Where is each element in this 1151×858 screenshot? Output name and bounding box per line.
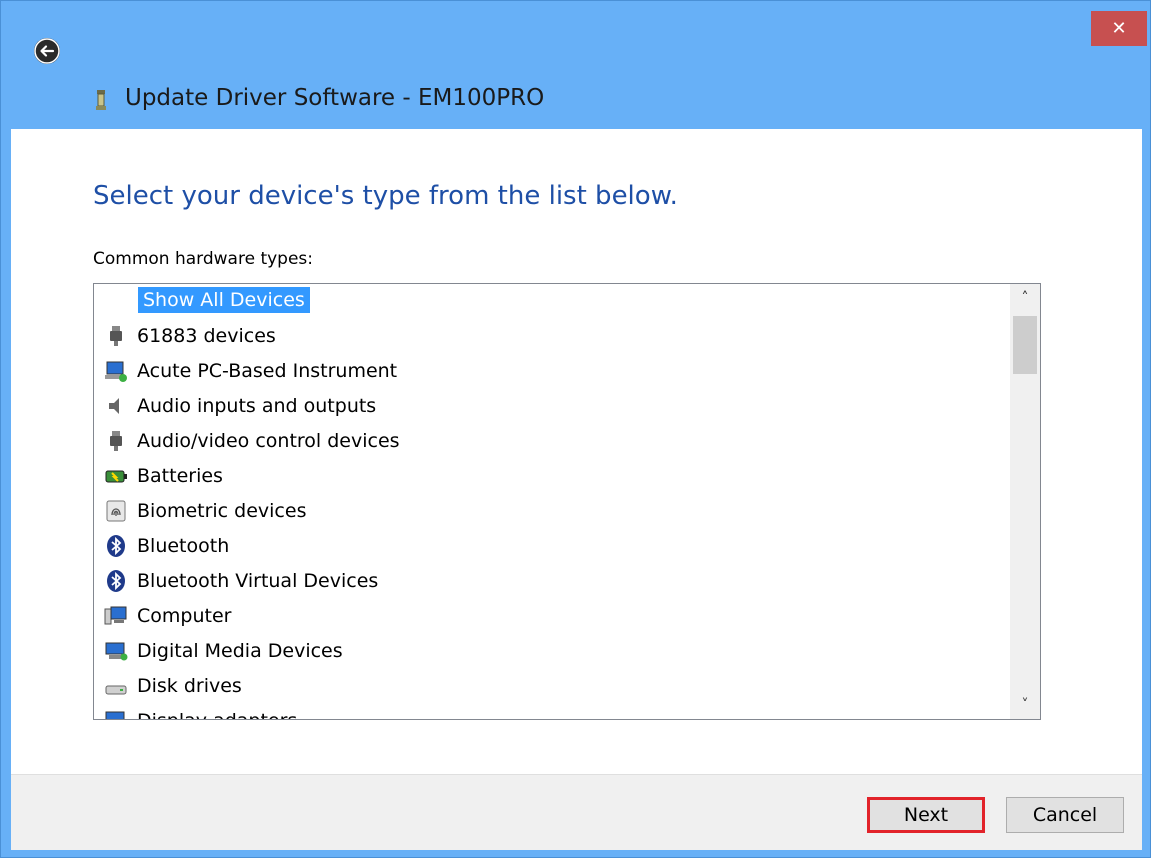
list-item-bluetooth[interactable]: Bluetooth (104, 529, 1004, 563)
list-item-label: Disk drives (137, 675, 242, 697)
list-item-audio-video-control-devices[interactable]: Audio/video control devices (104, 424, 1004, 458)
display-adapter-icon (104, 709, 128, 719)
list-item-computer[interactable]: Computer (104, 599, 1004, 633)
network-pc-icon (104, 359, 128, 383)
usb-plug-icon (104, 324, 128, 348)
list-item-label: Digital Media Devices (137, 640, 343, 662)
next-button[interactable]: Next (867, 797, 985, 833)
scroll-thumb[interactable] (1013, 316, 1037, 374)
fingerprint-icon (104, 499, 128, 523)
list-item-bluetooth-virtual-devices[interactable]: Bluetooth Virtual Devices (104, 564, 1004, 598)
list-item-batteries[interactable]: Batteries (104, 459, 1004, 493)
footer-bar: Next Cancel (11, 774, 1142, 850)
list-item-label: Computer (137, 605, 232, 627)
list-item-label: Bluetooth (137, 535, 230, 557)
cancel-button[interactable]: Cancel (1006, 797, 1124, 833)
list-item-label: 61883 devices (137, 325, 276, 347)
list-item-show-all-devices[interactable]: Show All Devices (104, 284, 1004, 318)
dialog-window: ✕ Update Driver Software - EM100PRO Sele… (0, 0, 1151, 858)
list-item-label: Acute PC-Based Instrument (137, 360, 398, 382)
list-item-label: Audio/video control devices (137, 430, 400, 452)
page-heading: Select your device's type from the list … (93, 181, 678, 211)
hardware-types-label: Common hardware types: (93, 249, 314, 269)
list-scrollbar[interactable]: ˄ ˅ (1010, 284, 1040, 719)
scroll-up-button[interactable]: ˄ (1010, 284, 1040, 312)
device-icon (95, 90, 107, 110)
list-item-digital-media-devices[interactable]: Digital Media Devices (104, 634, 1004, 668)
scroll-down-button[interactable]: ˅ (1010, 691, 1040, 719)
list-item-biometric-devices[interactable]: Biometric devices (104, 494, 1004, 528)
battery-icon (104, 464, 128, 488)
hardware-types-list[interactable]: Show All Devices 61883 devices Acute PC-… (93, 283, 1041, 720)
list-item-display-adapters[interactable]: Display adapters (104, 704, 1004, 719)
usb-plug-icon (104, 429, 128, 453)
speaker-icon (104, 394, 128, 418)
list-item-label: Audio inputs and outputs (137, 395, 377, 417)
list-item-label: Batteries (137, 465, 223, 487)
computer-icon (104, 604, 128, 628)
content-area: Select your device's type from the list … (11, 129, 1142, 774)
list-item-label: Show All Devices (138, 287, 310, 313)
list-item-label: Display adapters (137, 710, 297, 719)
list-item-disk-drives[interactable]: Disk drives (104, 669, 1004, 703)
list-item-61883-devices[interactable]: 61883 devices (104, 319, 1004, 353)
list-item-label: Bluetooth Virtual Devices (137, 570, 379, 592)
list-item-acute-pc-based-instrument[interactable]: Acute PC-Based Instrument (104, 354, 1004, 388)
bluetooth-icon (104, 569, 128, 593)
window-title: Update Driver Software - EM100PRO (125, 85, 545, 111)
list-item-audio-inputs-and-outputs[interactable]: Audio inputs and outputs (104, 389, 1004, 423)
bluetooth-icon (104, 534, 128, 558)
close-button[interactable]: ✕ (1091, 11, 1147, 46)
media-device-icon (104, 639, 128, 663)
disk-drive-icon (104, 674, 128, 698)
list-item-label: Biometric devices (137, 500, 307, 522)
back-arrow-icon[interactable] (34, 38, 60, 64)
